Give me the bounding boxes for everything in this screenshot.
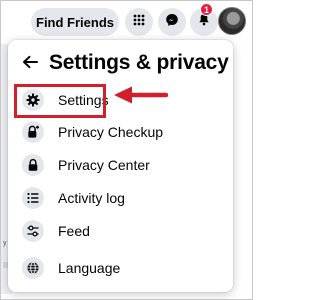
- menu-item-label: Feed: [58, 223, 90, 239]
- menu-item-label: Settings: [58, 92, 109, 108]
- menu-item-privacy-center[interactable]: Privacy Center: [16, 149, 225, 181]
- notification-badge: 1: [200, 3, 214, 16]
- settings-privacy-panel: Settings & privacy Settings Privacy Chec…: [8, 40, 233, 292]
- panel-header: Settings & privacy: [8, 40, 233, 84]
- messenger-icon: [165, 13, 179, 32]
- messenger-button[interactable]: [158, 8, 186, 36]
- profile-avatar[interactable]: [218, 7, 246, 35]
- menu-grid-icon: [133, 13, 145, 31]
- find-friends-button[interactable]: Find Friends: [31, 8, 119, 36]
- menu-item-language[interactable]: Language: [16, 252, 225, 284]
- annotation-arrow-icon: [114, 86, 168, 104]
- menu-item-feed[interactable]: Feed: [16, 215, 225, 247]
- panel-title: Settings & privacy: [49, 51, 229, 74]
- menu-item-label: Language: [58, 260, 121, 276]
- menu-item-label: Privacy Checkup: [58, 124, 164, 140]
- back-arrow-icon[interactable]: [22, 55, 38, 69]
- menu-item-label: Privacy Center: [58, 157, 150, 173]
- menu-item-privacy-checkup[interactable]: Privacy Checkup: [16, 116, 225, 148]
- sliders-icon: [22, 220, 44, 242]
- globe-icon: [22, 257, 44, 279]
- gear-icon: [22, 89, 44, 111]
- lock-plus-icon: [22, 121, 44, 143]
- menu-item-activity-log[interactable]: Activity log: [16, 182, 225, 214]
- list-icon: [22, 187, 44, 209]
- lock-icon: [22, 154, 44, 176]
- menu-item-label: Activity log: [58, 190, 125, 206]
- menu-button[interactable]: [125, 8, 153, 36]
